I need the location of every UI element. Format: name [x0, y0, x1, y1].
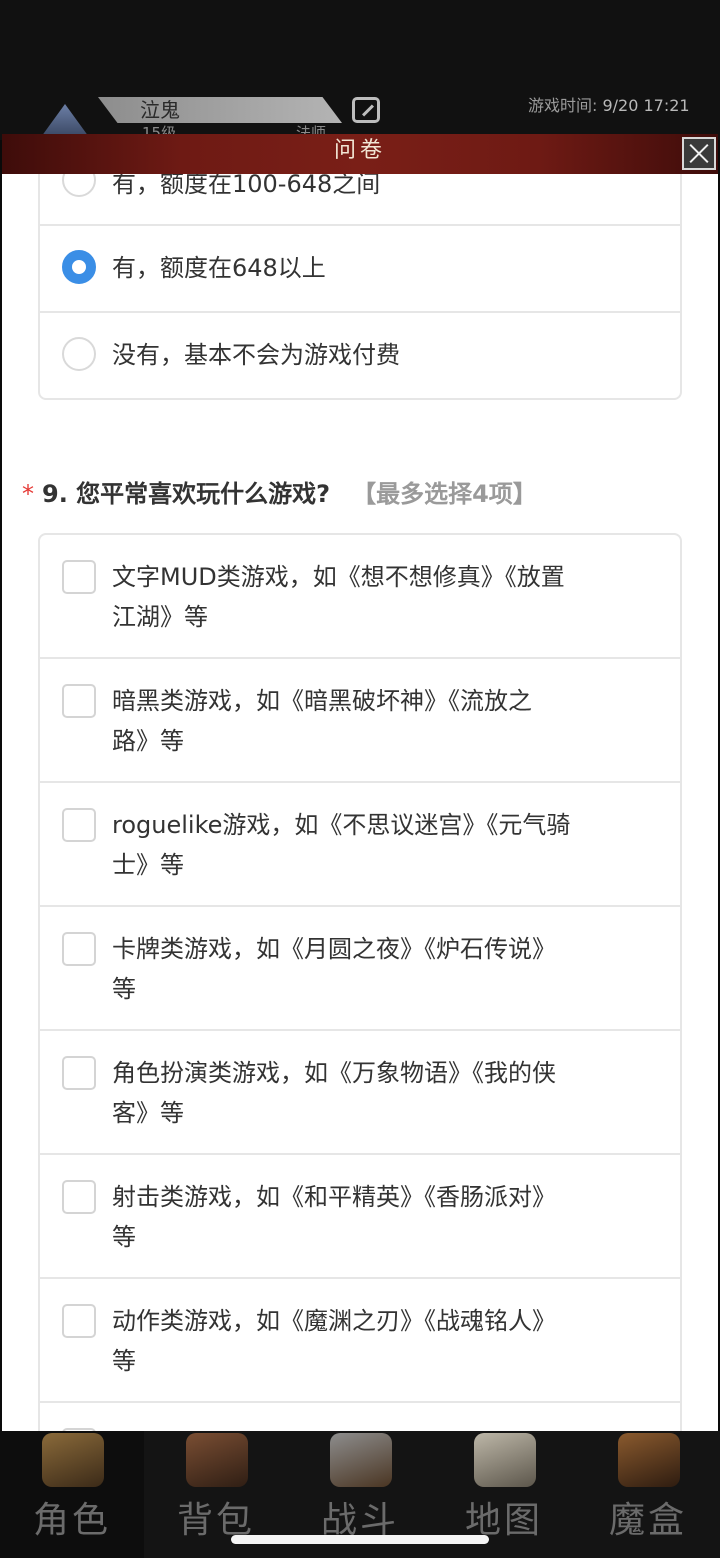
q9-option-group: 文字MUD类游戏，如《想不想修真》《放置 江湖》等 暗黑类游戏，如《暗黑破坏神》…	[38, 533, 682, 1431]
q9-option-line1: 射击类游戏，如《和平精英》《香肠派对》	[112, 1183, 556, 1211]
map-scroll-icon	[474, 1433, 536, 1487]
backpack-icon	[186, 1433, 248, 1487]
q9-option-line1: 角色扮演类游戏，如《万象物语》《我的侠	[112, 1059, 556, 1087]
game-time: 游戏时间: 9/20 17:21	[528, 92, 690, 116]
q8-option-label: 没有，基本不会为游戏付费	[112, 341, 400, 369]
q9-option[interactable]: 角色扮演类游戏，如《万象物语》《我的侠 客》等	[40, 1031, 680, 1155]
q9-option-label: 动作类游戏，如《魔渊之刃》《战魂铭人》 等	[112, 1301, 656, 1381]
player-name: 泣鬼	[140, 98, 180, 122]
magic-box-icon	[618, 1433, 680, 1487]
nav-tab-label: 角色	[32, 1500, 111, 1541]
q9-option[interactable]: 文字MUD类游戏，如《想不想修真》《放置 江湖》等	[40, 535, 680, 659]
q9-option-label: 暗黑类游戏，如《暗黑破坏神》《流放之 路》等	[112, 681, 656, 761]
checkbox[interactable]	[62, 1180, 96, 1214]
helmet-icon	[42, 1433, 104, 1487]
q9-option-line2: 等	[112, 975, 136, 1003]
q9-option-label: 射击类游戏，如《和平精英》《香肠派对》 等	[112, 1177, 656, 1257]
home-indicator[interactable]	[231, 1535, 489, 1544]
q9-option-line1: 卡牌类游戏，如《月圆之夜》《炉石传说》	[112, 935, 556, 963]
checkbox[interactable]	[62, 932, 96, 966]
checkbox[interactable]	[62, 808, 96, 842]
survey-modal: 问卷 有，额度在100-648之间 有，额度在648以上 没有，基本不会为游戏付…	[2, 134, 718, 1431]
q9-option[interactable]: roguelike游戏，如《不思议迷宫》《元气骑 士》等	[40, 783, 680, 907]
modal-title: 问卷	[333, 138, 386, 163]
q9-option-line1: 暗黑类游戏，如《暗黑破坏神》《流放之	[112, 687, 532, 715]
game-header: 泣鬼 15级 法师 游戏时间: 9/20 17:21	[0, 0, 720, 144]
game-time-label: 游戏时间:	[528, 96, 603, 115]
q9-option-line1: 动作类游戏，如《魔渊之刃》《战魂铭人》	[112, 1307, 556, 1335]
q8-option[interactable]: 没有，基本不会为游戏付费	[40, 313, 680, 398]
survey-scroll-area[interactable]: 有，额度在100-648之间 有，额度在648以上 没有，基本不会为游戏付费 *…	[2, 174, 718, 1431]
q9-option[interactable]: 动作类游戏，如《魔渊之刃》《战魂铭人》 等	[40, 1279, 680, 1403]
q9-option-line1: 文字MUD类游戏，如《想不想修真》《放置	[112, 563, 565, 591]
checkbox[interactable]	[62, 1304, 96, 1338]
checkbox[interactable]	[62, 560, 96, 594]
edit-icon[interactable]	[352, 97, 380, 123]
checkbox[interactable]	[62, 684, 96, 718]
screen: 泣鬼 15级 法师 游戏时间: 9/20 17:21 问卷 有，额度在100-6…	[0, 0, 720, 1558]
question-hint: 【最多选择4项】	[352, 480, 537, 508]
question-title: * 9. 您平常喜欢玩什么游戏? 【最多选择4项】	[22, 477, 537, 511]
q9-option[interactable]	[40, 1403, 680, 1431]
q9-option-label: roguelike游戏，如《不思议迷宫》《元气骑 士》等	[112, 805, 656, 885]
q9-option-line2: 客》等	[112, 1099, 184, 1127]
q9-option-label: 卡牌类游戏，如《月圆之夜》《炉石传说》 等	[112, 929, 656, 1009]
player-name-banner: 泣鬼	[98, 97, 342, 123]
nav-tab-character[interactable]: 角色	[0, 1431, 144, 1558]
q9-option-line2: 等	[112, 1347, 136, 1375]
game-time-value: 9/20 17:21	[602, 96, 690, 115]
radio-button-selected[interactable]	[62, 250, 96, 284]
required-mark: *	[22, 480, 34, 508]
modal-header: 问卷	[2, 134, 718, 174]
q8-option[interactable]: 有，额度在100-648之间	[40, 174, 680, 226]
nav-tab-box[interactable]: 魔盒	[576, 1431, 720, 1558]
nav-tab-label: 魔盒	[608, 1500, 687, 1541]
q9-option-line2: 士》等	[112, 851, 184, 879]
close-icon[interactable]	[682, 137, 716, 170]
question-text: 9. 您平常喜欢玩什么游戏?	[42, 480, 331, 508]
radio-button[interactable]	[62, 174, 96, 197]
q9-option[interactable]: 暗黑类游戏，如《暗黑破坏神》《流放之 路》等	[40, 659, 680, 783]
q9-option[interactable]: 卡牌类游戏，如《月圆之夜》《炉石传说》 等	[40, 907, 680, 1031]
q8-option-group: 有，额度在100-648之间 有，额度在648以上 没有，基本不会为游戏付费	[38, 174, 682, 400]
checkbox[interactable]	[62, 1056, 96, 1090]
q9-option-line2: 路》等	[112, 727, 184, 755]
q9-option-line2: 等	[112, 1223, 136, 1251]
q8-option-label: 有，额度在100-648之间	[112, 174, 381, 198]
q9-option-label: 角色扮演类游戏，如《万象物语》《我的侠 客》等	[112, 1053, 656, 1133]
q9-option-line1: roguelike游戏，如《不思议迷宫》《元气骑	[112, 811, 571, 839]
q9-option-label: 文字MUD类游戏，如《想不想修真》《放置 江湖》等	[112, 557, 656, 637]
q8-option[interactable]: 有，额度在648以上	[40, 226, 680, 313]
radio-button[interactable]	[62, 337, 96, 371]
q9-option[interactable]: 射击类游戏，如《和平精英》《香肠派对》 等	[40, 1155, 680, 1279]
q9-option-line2: 江湖》等	[112, 603, 208, 631]
sword-icon	[330, 1433, 392, 1487]
q8-option-label: 有，额度在648以上	[112, 254, 326, 282]
